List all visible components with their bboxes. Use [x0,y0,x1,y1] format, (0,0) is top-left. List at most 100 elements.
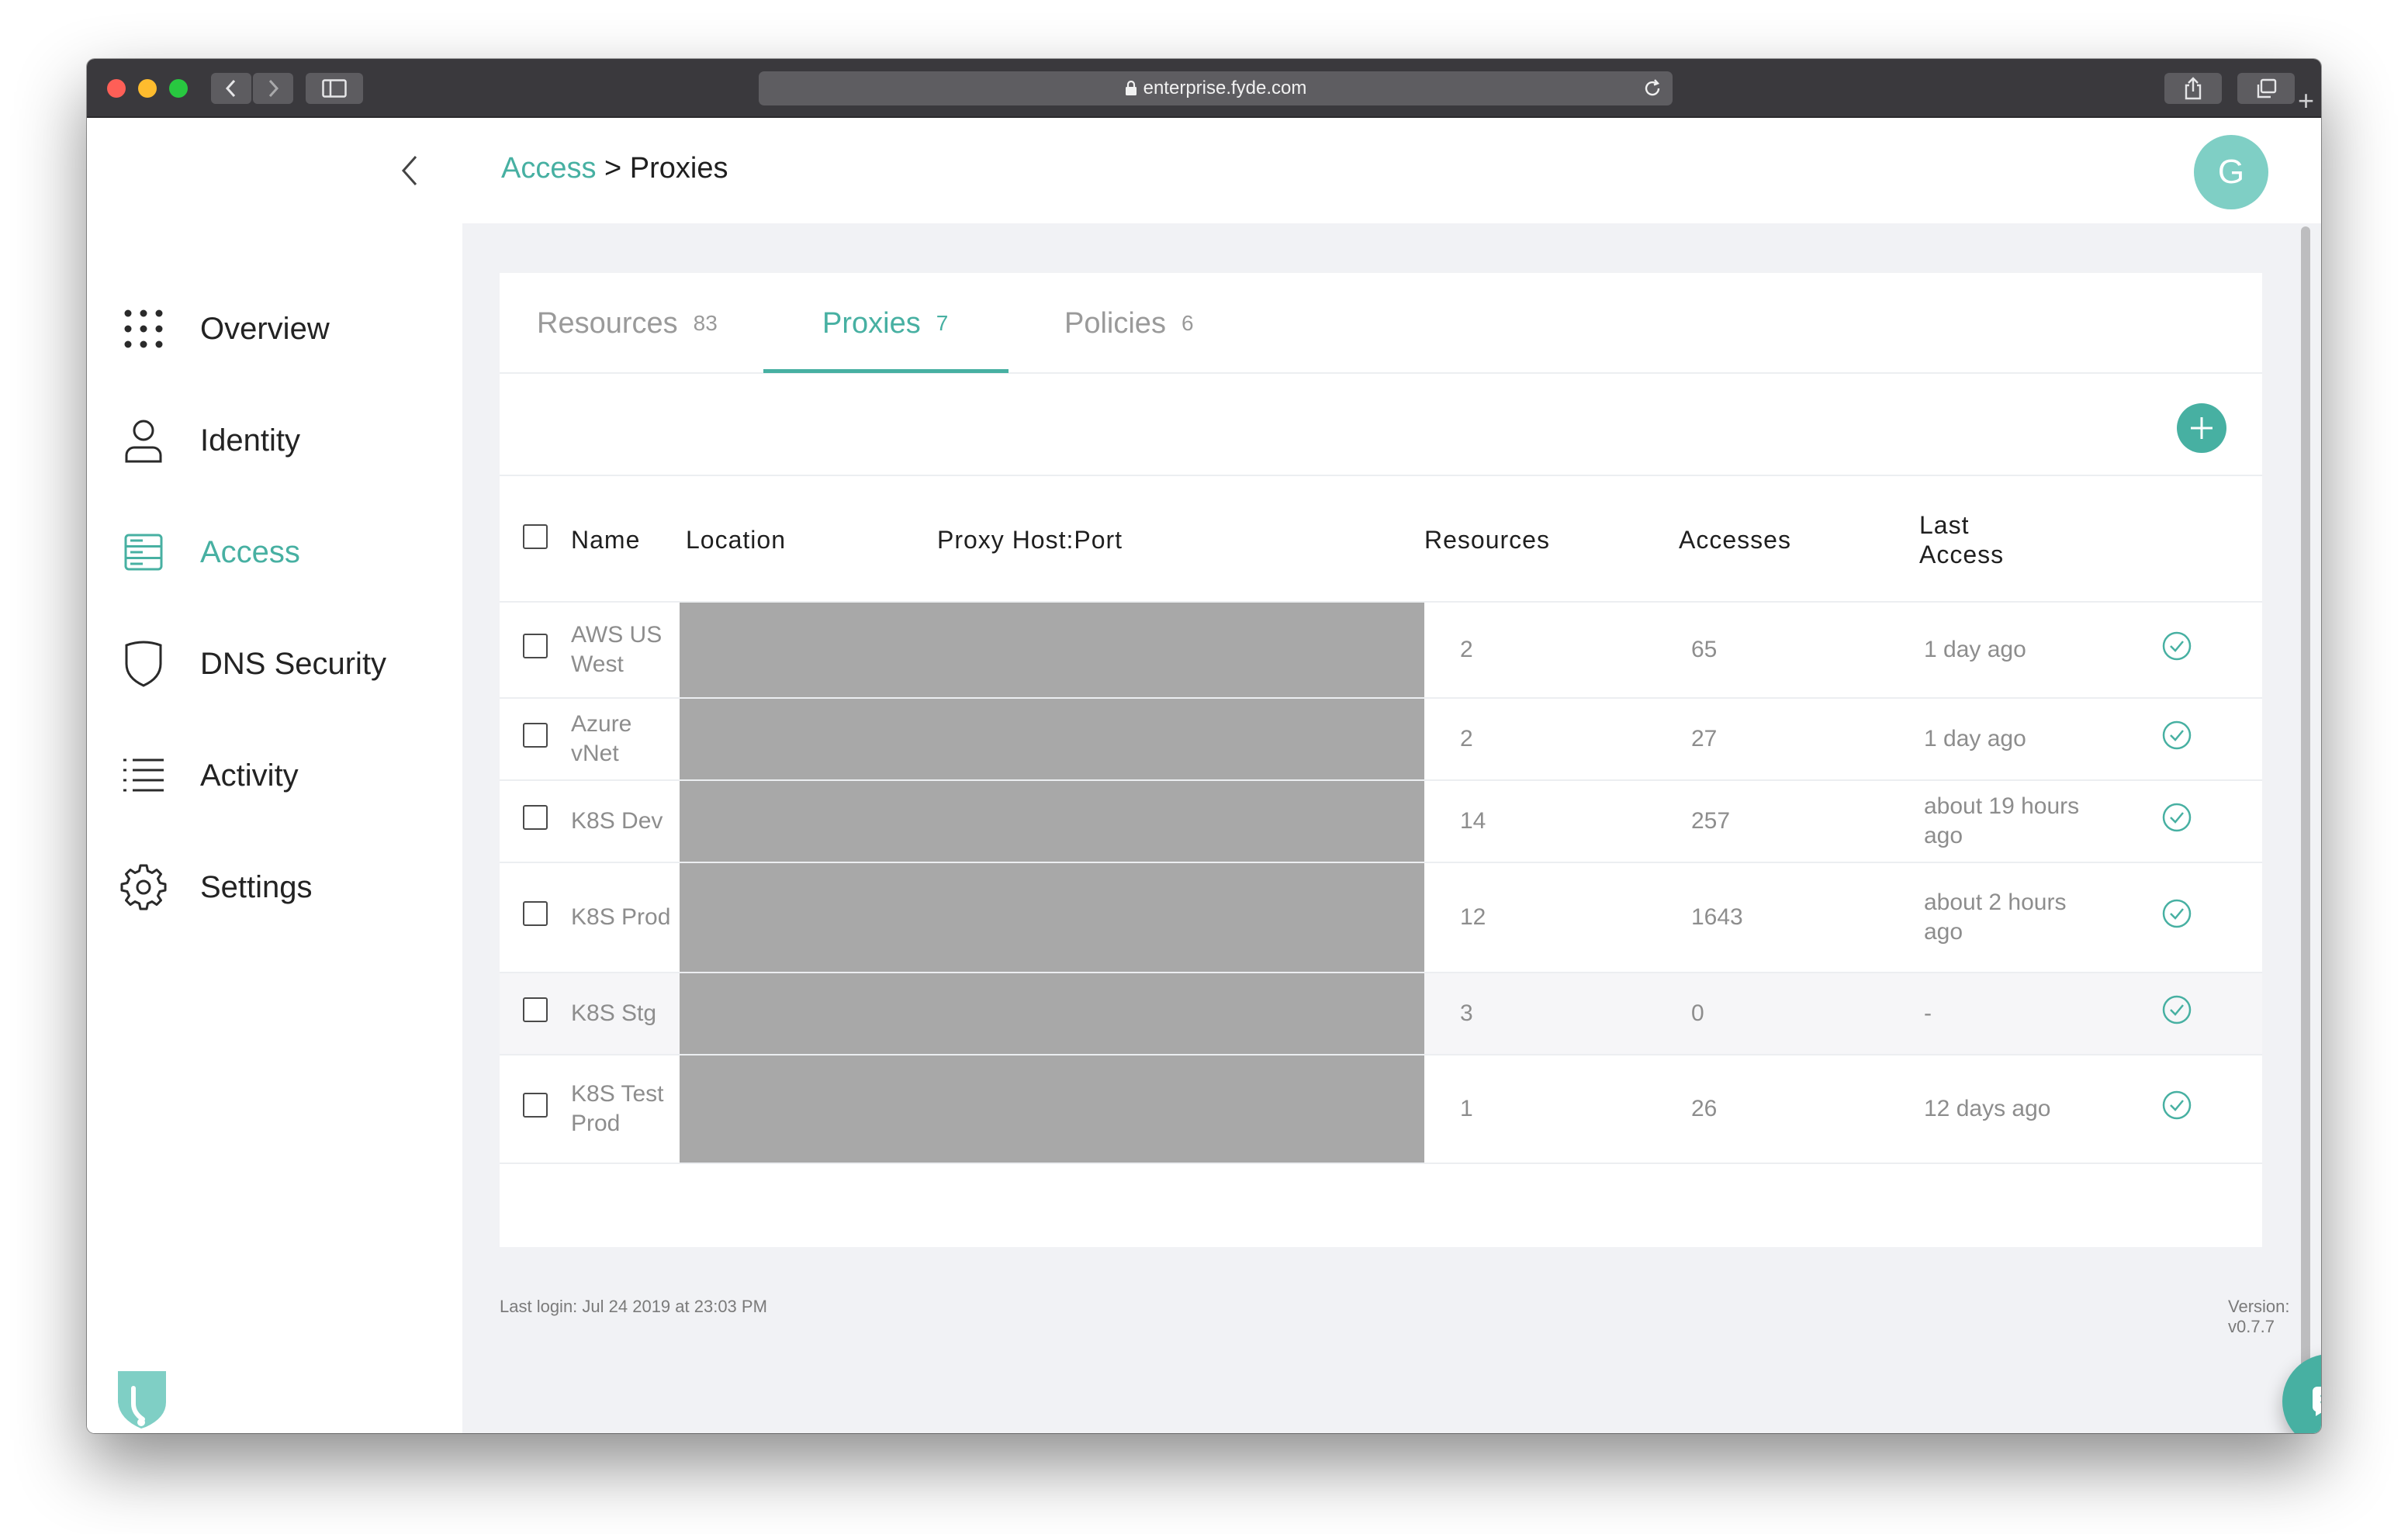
table-row[interactable]: AWS US West 2 65 1 day ago [500,601,2262,698]
browser-titlebar: enterprise.fyde.com + [87,59,2321,118]
row-checkbox[interactable] [523,634,548,658]
column-header-name[interactable]: Name [571,478,680,602]
sidebar-item-label: Identity [200,423,300,458]
avatar[interactable]: G [2194,135,2268,209]
sidebar-item-access[interactable]: Access [118,521,459,583]
address-bar[interactable]: enterprise.fyde.com [759,71,1673,105]
column-header-location[interactable]: Location [680,478,937,602]
forward-button[interactable] [253,73,293,104]
proxy-name[interactable]: K8S Test Prod [571,1054,680,1164]
sidebar-item-overview[interactable]: Overview [118,298,459,360]
table-row[interactable]: Azure vNet 2 27 1 day ago [500,697,2262,780]
redacted-location-host [680,972,1424,1055]
row-checkbox-cell [500,779,571,862]
column-header-last-access[interactable]: Last Access [1919,478,2133,602]
chevron-left-icon [401,156,417,185]
status-check-icon [2162,899,2192,928]
sidebar-item-settings[interactable]: Settings [118,856,459,918]
status-check-icon [2162,995,2192,1024]
tab-count: 7 [936,311,949,335]
proxy-name[interactable]: K8S Dev [571,779,680,862]
redacted-location-host [680,779,1424,862]
reload-icon[interactable] [1642,78,1663,105]
table-row[interactable]: K8S Test Prod 1 26 12 days ago [500,1054,2262,1164]
tab-policies[interactable]: Policies 6 [1064,273,1194,374]
select-all-cell [500,478,571,602]
tab-overview-button[interactable] [2237,73,2295,104]
select-all-checkbox[interactable] [523,523,548,549]
proxies-table: Name Location Proxy Host:Port Resources … [500,478,2262,1164]
accesses-count: 257 [1679,779,1919,862]
sidebar-toggle-button[interactable] [306,73,363,104]
proxy-name[interactable]: K8S Stg [571,972,680,1055]
accesses-count: 26 [1679,1054,1919,1164]
status-cell [2133,697,2262,780]
column-header-status [2133,478,2262,602]
column-header-resources[interactable]: Resources [1424,478,1679,602]
tab-proxies[interactable]: Proxies 7 [822,273,948,374]
zoom-window-button[interactable] [169,79,188,98]
proxy-name[interactable]: AWS US West [571,601,680,698]
chat-button[interactable] [2282,1354,2321,1433]
last-access: about 2 hours ago [1919,862,2133,973]
tab-label: Policies [1064,306,1166,340]
sidebar-item-identity[interactable]: Identity [118,409,459,472]
row-checkbox[interactable] [523,997,548,1022]
status-check-icon [2162,631,2192,661]
url-text: enterprise.fyde.com [1143,78,1307,98]
last-access: 1 day ago [1919,601,2133,698]
collapse-sidebar-button[interactable] [394,150,425,191]
redacted-location-host [680,697,1424,780]
close-window-button[interactable] [107,79,126,98]
scrollbar-thumb[interactable] [2301,226,2310,1374]
proxies-card: Resources 83 Proxies 7 Policies 6 Name L… [500,273,2262,1247]
redacted-location-host [680,601,1424,698]
last-login-text: Last login: Jul 24 2019 at 23:03 PM [500,1297,767,1316]
tab-resources[interactable]: Resources 83 [537,273,718,374]
sidebar-item-dns-security[interactable]: DNS Security [118,633,459,695]
column-header-proxy-host-port[interactable]: Proxy Host:Port [937,478,1424,602]
table-header-row: Name Location Proxy Host:Port Resources … [500,478,2262,602]
proxy-name[interactable]: Azure vNet [571,697,680,780]
new-tab-plus-icon[interactable]: + [2298,87,2314,115]
row-checkbox[interactable] [523,1093,548,1118]
row-checkbox[interactable] [523,901,548,926]
add-proxy-button[interactable] [2177,403,2226,453]
table-row[interactable]: K8S Prod 12 1643 about 2 hours ago [500,862,2262,973]
breadcrumb: Access > Proxies [501,152,728,185]
status-cell [2133,601,2262,698]
minimize-window-button[interactable] [138,79,157,98]
gear-icon [118,862,169,913]
chevron-right-icon [268,79,279,98]
sidebar-icon [322,79,347,98]
column-header-accesses[interactable]: Accesses [1679,478,1919,602]
last-access: 1 day ago [1919,697,2133,780]
accesses-count: 27 [1679,697,1919,780]
tab-label: Resources [537,306,678,340]
list-icon [118,750,169,801]
shield-icon [118,638,169,689]
grid-dots-icon [118,303,169,354]
share-button[interactable] [2164,73,2222,104]
back-button[interactable] [211,73,251,104]
row-checkbox[interactable] [523,723,548,748]
row-checkbox[interactable] [523,805,548,830]
resources-count: 2 [1424,601,1679,698]
table-toolbar [500,375,2262,476]
breadcrumb-current: Proxies [629,152,728,185]
sidebar-item-label: Settings [200,869,313,904]
table-row[interactable]: K8S Dev 14 257 about 19 hours ago [500,779,2262,862]
sidebar: Overview Identity Access DNS Security Ac… [87,223,462,1433]
proxy-name[interactable]: K8S Prod [571,862,680,973]
fyde-logo-icon [115,1368,169,1433]
table-row[interactable]: K8S Stg 3 0 - [500,972,2262,1055]
status-cell [2133,972,2262,1055]
lock-icon [1125,81,1137,96]
sidebar-item-label: DNS Security [200,646,387,681]
resources-count: 3 [1424,972,1679,1055]
app-header: Access > Proxies G [87,118,2321,223]
sidebar-item-activity[interactable]: Activity [118,745,459,807]
status-cell [2133,779,2262,862]
plus-icon [2191,417,2213,439]
breadcrumb-access-link[interactable]: Access [501,152,596,185]
